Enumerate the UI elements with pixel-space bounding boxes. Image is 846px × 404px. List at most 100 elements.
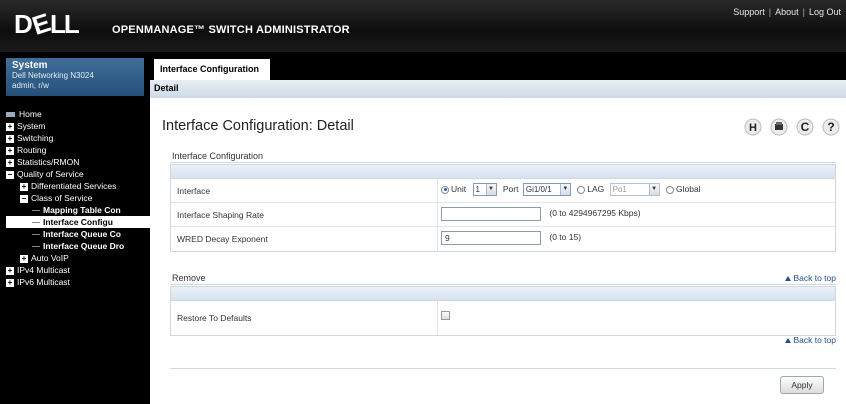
expand-icon[interactable]: +	[6, 146, 14, 155]
unit-select-value: 1	[475, 185, 480, 194]
print-icon[interactable]	[770, 118, 788, 136]
lag-radio[interactable]	[577, 185, 586, 194]
column-divider	[437, 301, 438, 335]
subtab-detail[interactable]: Detail	[154, 83, 179, 93]
nav-label: Interface Configu	[43, 217, 113, 227]
shaping-rate-label: Interface Shaping Rate	[177, 210, 264, 220]
section-divider	[170, 284, 836, 285]
system-info-box[interactable]: System Dell Networking N3024 admin, r/w	[6, 58, 144, 96]
triangle-up-icon	[785, 338, 792, 344]
unit-radio[interactable]	[441, 185, 449, 194]
nav-item-class-of-service[interactable]: − Class of Service	[6, 192, 150, 204]
port-select[interactable]: Gi1/0/1 ▼	[522, 183, 571, 196]
page-title: Interface Configuration: Detail	[162, 118, 354, 134]
nav-item-system[interactable]: + System	[6, 120, 150, 132]
nav-item-diffserv[interactable]: + Differentiated Services	[6, 180, 150, 192]
nav-label: Mapping Table Con	[43, 205, 121, 215]
expand-icon[interactable]: +	[6, 266, 14, 275]
logout-link[interactable]: Log Out	[809, 7, 841, 17]
home-icon	[6, 112, 15, 118]
row-restore-defaults: Restore To Defaults	[171, 301, 835, 335]
nav-item-interface-config[interactable]: Interface Configu	[6, 216, 150, 228]
column-divider	[437, 179, 438, 202]
support-link[interactable]: Support	[733, 7, 765, 17]
nav-item-ipv4-multicast[interactable]: + IPv4 Multicast	[6, 264, 150, 276]
tab-interface-configuration[interactable]: Interface Configuration	[154, 59, 270, 80]
nav-item-qos[interactable]: − Quality of Service	[6, 168, 150, 180]
expand-icon[interactable]: +	[6, 158, 14, 167]
restore-defaults-controls	[441, 310, 450, 326]
nav-label: Quality of Service	[17, 169, 84, 179]
collapse-icon[interactable]: −	[20, 194, 28, 203]
tab-bar: Interface Configuration	[150, 52, 846, 80]
shaping-rate-hint: (0 to 4294967295 Kbps)	[549, 208, 641, 219]
section-label-interface-config: Interface Configuration	[172, 151, 264, 161]
section-label-remove: Remove	[172, 273, 206, 283]
dell-logo[interactable]: D E LL	[14, 7, 100, 41]
nav-item-home[interactable]: Home	[6, 108, 150, 120]
nav-label: Auto VoIP	[31, 253, 69, 263]
nav-item-auto-voip[interactable]: + Auto VoIP	[6, 252, 150, 264]
lag-select[interactable]: Po1 ▼	[609, 183, 660, 196]
nav-item-ipv6-multicast[interactable]: + IPv6 Multicast	[6, 276, 150, 288]
nav-label: Home	[19, 109, 42, 119]
nav-item-interface-queue-config[interactable]: Interface Queue Co	[6, 228, 150, 240]
global-label: Global	[675, 183, 701, 194]
nav-label: System	[17, 121, 46, 131]
nav-item-mapping-table[interactable]: Mapping Table Con	[6, 204, 150, 216]
device-name: Dell Networking N3024	[12, 71, 94, 80]
expand-icon[interactable]: +	[6, 278, 14, 287]
wred-decay-label: WRED Decay Exponent	[177, 234, 268, 244]
unit-select[interactable]: 1 ▼	[472, 183, 497, 196]
nav-item-statistics[interactable]: + Statistics/RMON	[6, 156, 150, 168]
sidebar: System Dell Networking N3024 admin, r/w …	[0, 52, 150, 404]
nav-tree: Home + System + Switching + Routing + Statis…	[6, 108, 150, 288]
expand-icon[interactable]: +	[6, 122, 14, 131]
dell-logo-graphic: D E LL	[14, 7, 82, 41]
port-select-value: Gi1/0/1	[525, 185, 552, 194]
about-link[interactable]: About	[775, 7, 799, 17]
main-content: Interface Configuration Detail Interface…	[150, 52, 846, 404]
global-radio[interactable]	[665, 185, 674, 194]
row-wred-decay: WRED Decay Exponent 9 (0 to 15)	[171, 227, 835, 251]
apply-button[interactable]: Apply	[780, 376, 824, 394]
expand-icon[interactable]: +	[20, 182, 28, 191]
nav-item-routing[interactable]: + Routing	[6, 144, 150, 156]
nav-item-interface-queue-drop[interactable]: Interface Queue Dro	[6, 240, 150, 252]
nav-label: IPv4 Multicast	[17, 265, 70, 275]
question-icon[interactable]: ?	[822, 118, 840, 136]
expand-icon[interactable]: +	[20, 254, 28, 263]
help-icon[interactable]: H	[744, 118, 762, 136]
expand-icon[interactable]: +	[6, 134, 14, 143]
section-divider	[170, 162, 836, 163]
column-divider	[437, 203, 438, 226]
collapse-icon[interactable]: −	[6, 170, 14, 179]
wred-decay-hint: (0 to 15)	[549, 232, 582, 243]
restore-defaults-checkbox[interactable]	[441, 311, 450, 321]
row-shaping-rate: Interface Shaping Rate (0 to 4294967295 …	[171, 203, 835, 227]
nav-label: Switching	[17, 133, 54, 143]
nav-label: Routing	[17, 145, 47, 155]
back-to-top-link[interactable]: Back to top	[785, 335, 836, 345]
svg-text:?: ?	[827, 120, 834, 134]
app-title: OPENMANAGE™ SWITCH ADMINISTRATOR	[112, 24, 350, 36]
back-to-top-link[interactable]: Back to top	[785, 273, 836, 283]
lag-label: LAG	[587, 183, 605, 194]
restore-defaults-label: Restore To Defaults	[177, 313, 252, 323]
chevron-down-icon: ▼	[559, 184, 570, 195]
shaping-rate-input[interactable]	[441, 207, 541, 221]
table-header	[171, 165, 835, 179]
tree-line	[32, 246, 40, 248]
nav-item-switching[interactable]: + Switching	[6, 132, 150, 144]
port-label: Port	[502, 183, 519, 194]
system-title: System	[12, 60, 48, 71]
table-header	[171, 287, 835, 301]
top-links: Support | About | Log Out	[733, 7, 841, 17]
row-interface: Interface Unit 1 ▼ Port Gi1/0/1 ▼ LAG Po1 ▼…	[171, 179, 835, 203]
chevron-down-icon: ▼	[648, 184, 659, 195]
app-header: D E LL OPENMANAGE™ SWITCH ADMINISTRATOR …	[0, 0, 846, 52]
nav-label: Statistics/RMON	[17, 157, 80, 167]
refresh-icon[interactable]: C	[796, 118, 814, 136]
nav-label: Interface Queue Dro	[43, 241, 125, 251]
wred-decay-input[interactable]: 9	[441, 231, 541, 245]
